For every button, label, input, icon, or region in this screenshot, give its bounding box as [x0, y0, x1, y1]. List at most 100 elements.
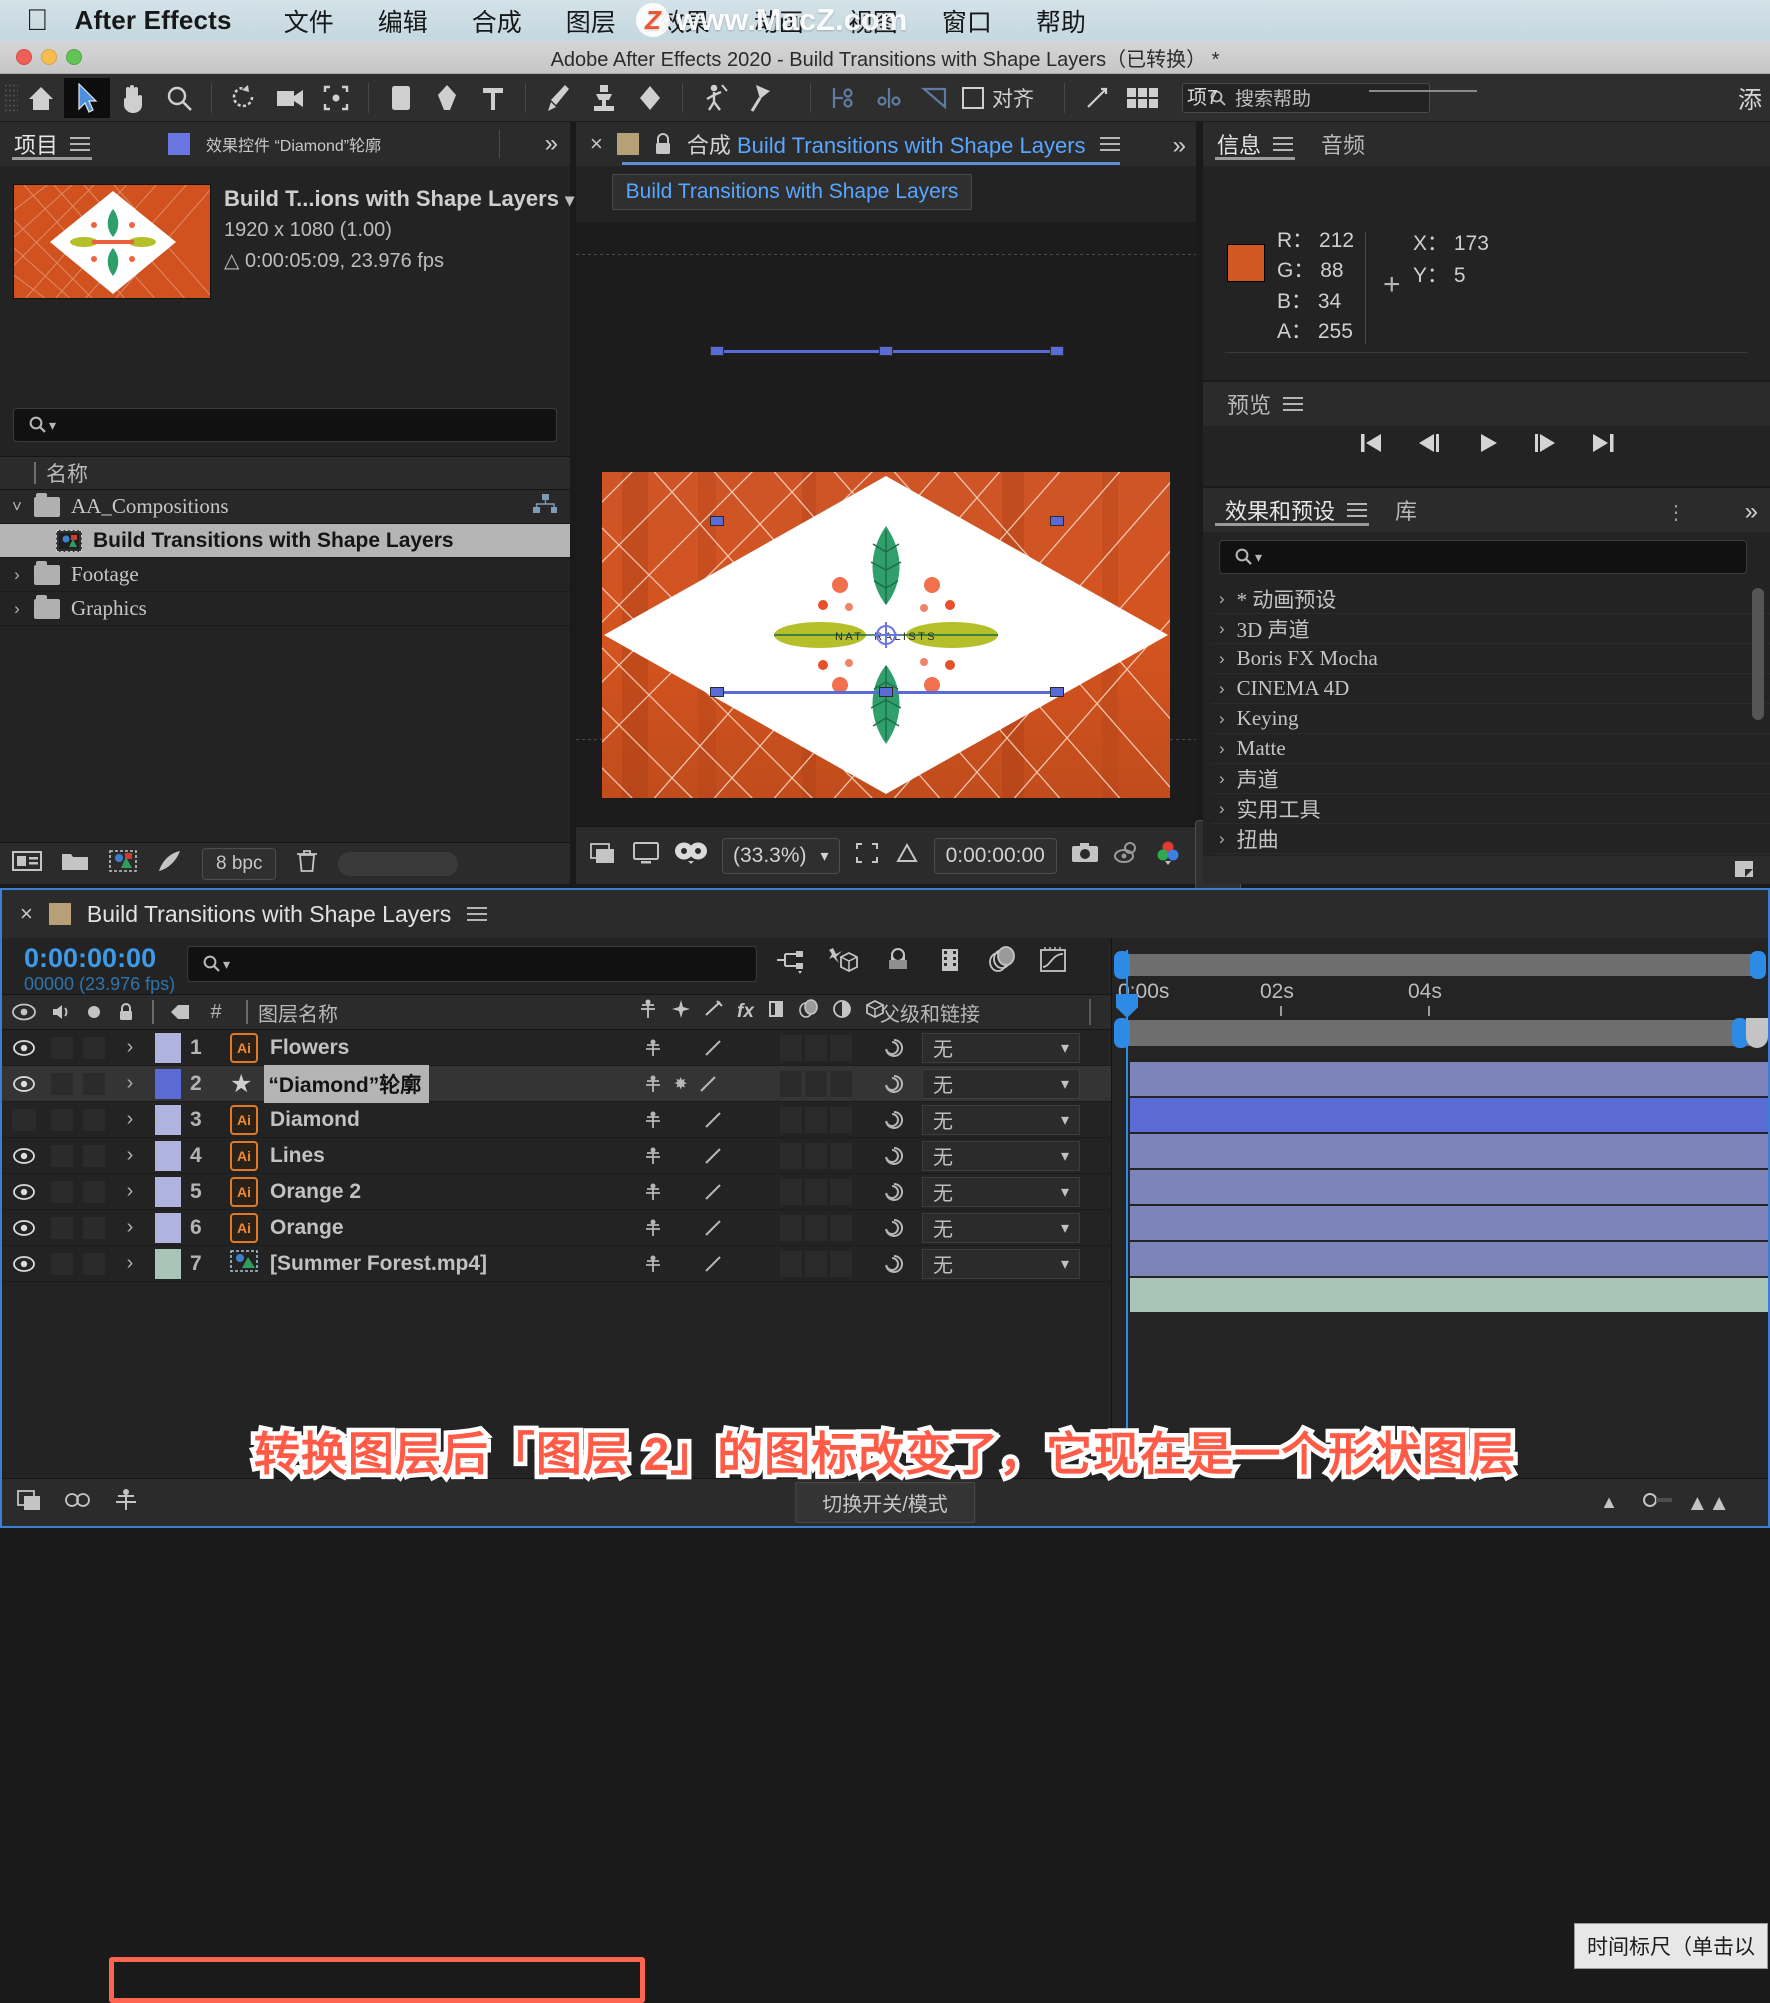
- layer-visibility-toggle[interactable]: [2, 1075, 46, 1093]
- effects-list-item[interactable]: › Boris FX Mocha: [1211, 644, 1770, 674]
- layer-switches[interactable]: [642, 1109, 724, 1131]
- home-icon[interactable]: [18, 78, 64, 118]
- work-area-bar-lower[interactable]: [1120, 1020, 1762, 1046]
- close-icon[interactable]: ×: [20, 901, 33, 927]
- twirl-right-icon[interactable]: ›: [1219, 769, 1225, 789]
- layer-parent-cell[interactable]: 无 ▾: [882, 1212, 1080, 1243]
- layer-twirl-icon[interactable]: ›: [110, 1216, 150, 1239]
- layer-name[interactable]: Orange 2: [270, 1180, 361, 1204]
- layer-parent-select[interactable]: 无 ▾: [922, 1176, 1080, 1207]
- layer-label-color[interactable]: [150, 1248, 186, 1279]
- eraser-tool-icon[interactable]: [627, 78, 673, 118]
- layer-visibility-toggle[interactable]: [2, 1255, 46, 1273]
- transfer-controls-icon[interactable]: [112, 1487, 140, 1518]
- composition-viewer[interactable]: NAT RALISTS: [602, 472, 1170, 798]
- layer-twirl-icon[interactable]: ›: [110, 1144, 150, 1167]
- align-box-icon[interactable]: [962, 86, 984, 109]
- layer-visibility-toggle[interactable]: [2, 1039, 46, 1057]
- layer-solo-toggle[interactable]: [78, 1108, 110, 1131]
- effects-list[interactable]: › * 动画预设 › 3D 声道 › Boris FX Mocha › CINEMA 4…: [1211, 584, 1770, 856]
- twirl-right-icon[interactable]: ›: [1219, 619, 1225, 639]
- layer-parent-select[interactable]: 无 ▾: [922, 1248, 1080, 1279]
- menu-item-effect[interactable]: 效果: [660, 3, 710, 39]
- zoom-level-select[interactable]: (33.3%) ▾: [722, 837, 840, 874]
- layer-audio-toggle[interactable]: [46, 1252, 78, 1275]
- twirl-right-icon[interactable]: ›: [1219, 589, 1225, 609]
- layer-switch-boxes[interactable]: [780, 1034, 852, 1061]
- time-ruler[interactable]: 0;00s 02s 04s: [1112, 980, 1768, 1018]
- menu-item-help[interactable]: 帮助: [1036, 3, 1086, 39]
- zoom-in-icon[interactable]: ▲▲: [1686, 1490, 1730, 1516]
- puppet-pin-tool-icon[interactable]: [738, 78, 784, 118]
- selection-handle-tc[interactable]: [879, 346, 893, 356]
- timeline-comp-name[interactable]: Build Transitions with Shape Layers: [87, 901, 451, 928]
- snapshot-icon[interactable]: [1071, 841, 1099, 870]
- close-button[interactable]: [16, 49, 32, 65]
- twirl-right-icon[interactable]: ›: [0, 599, 34, 619]
- layer-parent-select[interactable]: 无 ▾: [922, 1068, 1080, 1099]
- track-bar-selected[interactable]: [1130, 1098, 1768, 1132]
- play-icon[interactable]: [1473, 430, 1501, 461]
- layer-name[interactable]: Diamond: [270, 1108, 360, 1132]
- effects-list-scrollbar[interactable]: [1752, 588, 1764, 720]
- lock-icon[interactable]: [653, 132, 673, 156]
- layer-parent-cell[interactable]: 无 ▾: [882, 1104, 1080, 1135]
- project-row-footage[interactable]: › Footage: [0, 558, 570, 592]
- always-preview-icon[interactable]: [590, 841, 618, 870]
- new-folder-icon[interactable]: [60, 849, 90, 878]
- project-bottom-bar[interactable]: 8 bpc: [0, 842, 570, 884]
- tab-project[interactable]: 项目: [0, 122, 104, 166]
- timeline-scroll-handle[interactable]: [1746, 1018, 1768, 1048]
- type-tool-icon[interactable]: [470, 78, 516, 118]
- align-right-icon[interactable]: [912, 78, 958, 118]
- layer-switch-boxes[interactable]: [780, 1070, 852, 1097]
- show-snapshot-icon[interactable]: [1113, 841, 1141, 870]
- zoom-tool-icon[interactable]: [156, 78, 202, 118]
- layer-parent-select[interactable]: 无 ▾: [922, 1212, 1080, 1243]
- chevron-down-icon[interactable]: ▾: [565, 190, 574, 210]
- layer-label-color[interactable]: [150, 1032, 186, 1063]
- selection-tool-icon[interactable]: [64, 77, 110, 118]
- last-frame-icon[interactable]: [1589, 430, 1617, 461]
- tab-info[interactable]: 信息: [1203, 122, 1307, 166]
- layer-audio-toggle[interactable]: [46, 1108, 78, 1131]
- layer-parent-cell[interactable]: 无 ▾: [882, 1140, 1080, 1171]
- layer-visibility-toggle[interactable]: [2, 1108, 46, 1131]
- layer-twirl-icon[interactable]: ›: [110, 1036, 150, 1059]
- brush-tool-icon[interactable]: [535, 78, 581, 118]
- layer-solo-toggle[interactable]: [78, 1180, 110, 1203]
- panel-menu-icon[interactable]: [1099, 133, 1120, 155]
- frame-blending-icon[interactable]: [936, 946, 964, 979]
- chevron-down-icon[interactable]: ▾: [1255, 549, 1262, 566]
- chevron-down-icon[interactable]: ▾: [223, 956, 230, 973]
- project-search-input[interactable]: ▾: [13, 408, 557, 442]
- clone-stamp-tool-icon[interactable]: [581, 78, 627, 118]
- layer-solo-toggle[interactable]: [78, 1216, 110, 1239]
- layer-name[interactable]: Flowers: [270, 1036, 349, 1060]
- tab-libraries[interactable]: 库: [1381, 488, 1431, 532]
- layer-label-color[interactable]: [150, 1212, 186, 1243]
- window-controls[interactable]: [16, 49, 82, 65]
- track-bar[interactable]: [1130, 1062, 1768, 1096]
- selection-handle-br[interactable]: [1050, 687, 1064, 697]
- region-of-interest-icon[interactable]: [854, 841, 880, 870]
- layer-audio-toggle[interactable]: [46, 1216, 78, 1239]
- menu-item-file[interactable]: 文件: [284, 3, 334, 39]
- menu-item-animation[interactable]: 动画: [754, 3, 804, 39]
- menu-item-window[interactable]: 窗口: [942, 3, 992, 39]
- effects-list-item[interactable]: › 3D 声道: [1211, 614, 1770, 644]
- shape-tool-icon[interactable]: [378, 78, 424, 118]
- layer-parent-select[interactable]: 无 ▾: [922, 1032, 1080, 1063]
- selection-handle-bc[interactable]: [879, 687, 893, 697]
- previous-frame-icon[interactable]: [1415, 430, 1443, 461]
- layer-label-color[interactable]: [150, 1068, 186, 1099]
- panel-menu-icon[interactable]: [70, 133, 91, 155]
- track-bar[interactable]: [1130, 1242, 1768, 1276]
- timeline-search-input[interactable]: ▾: [187, 946, 757, 982]
- twirl-right-icon[interactable]: ›: [1219, 799, 1225, 819]
- effects-list-item[interactable]: › 声道: [1211, 764, 1770, 794]
- panel-menu-icon[interactable]: [467, 903, 488, 925]
- composition-breadcrumb[interactable]: Build Transitions with Shape Layers: [612, 174, 972, 210]
- camera-tool-icon[interactable]: [267, 78, 313, 118]
- mask-view-icon[interactable]: [674, 841, 708, 870]
